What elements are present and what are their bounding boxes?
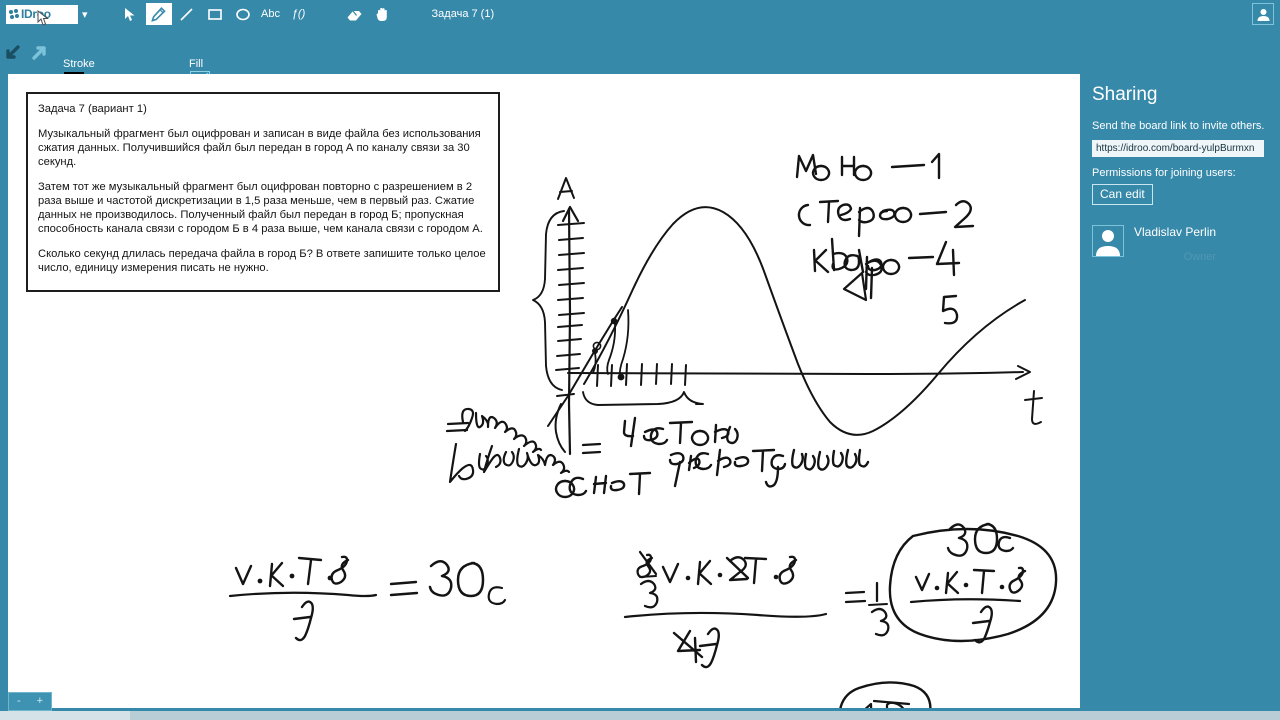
invite-description: Send the board link to invite others.: [1092, 120, 1265, 132]
avatar: [1092, 225, 1124, 257]
ellipse-tool[interactable]: [230, 3, 256, 25]
sharing-panel-title: Sharing: [1092, 84, 1158, 105]
app-logo-menu[interactable]: IDroo: [6, 4, 78, 24]
select-tool[interactable]: [118, 3, 144, 25]
participant-row: Vladislav Perlin Owner: [1092, 225, 1268, 263]
stroke-label: Stroke: [63, 58, 95, 70]
board-title: Задача 7 (1): [431, 8, 495, 20]
participant-meta: Vladislav Perlin Owner: [1134, 225, 1216, 263]
bottom-strip-highlight: [0, 711, 130, 720]
text-tool-label: Abc: [261, 8, 281, 20]
formula-tool[interactable]: ƒ(): [286, 3, 312, 25]
participant-role: Owner: [1183, 251, 1217, 263]
handwriting-layer: [228, 152, 1058, 708]
properties-toolbar: Stroke 2 Fill: [0, 28, 1280, 91]
participant-name: Vladislav Perlin: [1134, 225, 1217, 239]
account-avatar-button[interactable]: [1252, 3, 1274, 25]
zoom-out-button[interactable]: -: [17, 696, 21, 707]
pencil-tool[interactable]: [145, 3, 172, 25]
window-bottom-strip: [0, 711, 1280, 720]
line-tool[interactable]: [174, 3, 200, 25]
whiteboard-canvas[interactable]: Задача 7 (вариант 1) Музыкальный фрагмен…: [8, 74, 1080, 708]
idroo-whiteboard-app: IDroo ▾ Abc ƒ() Задача 7 (1) Stroke Fill…: [0, 0, 1280, 720]
redo-arrow-icon[interactable]: [30, 44, 48, 62]
zoom-control: - +: [8, 692, 52, 711]
rectangle-tool[interactable]: [202, 3, 228, 25]
main-toolbar: IDroo ▾ Abc ƒ() Задача 7 (1): [0, 0, 1280, 28]
drawing-tools-group: Abc ƒ(): [118, 3, 396, 25]
app-logo-text: IDroo: [21, 7, 51, 21]
sharing-panel: Sharing Send the board link to invite ot…: [1080, 72, 1280, 720]
text-tool[interactable]: Abc: [258, 3, 284, 25]
fill-label: Fill: [189, 58, 204, 70]
hand-tool[interactable]: [370, 3, 396, 25]
zoom-in-button[interactable]: +: [37, 696, 43, 707]
permissions-label: Permissions for joining users:: [1092, 167, 1236, 179]
logo-dots-icon: [9, 8, 20, 20]
history-buttons: [4, 44, 48, 62]
eraser-tool[interactable]: [342, 3, 368, 25]
user-avatar-icon: [1257, 8, 1269, 21]
undo-arrow-icon[interactable]: [4, 44, 22, 62]
chevron-down-icon[interactable]: ▾: [82, 8, 88, 21]
board-link-input[interactable]: [1092, 140, 1264, 157]
permissions-dropdown[interactable]: Can edit: [1092, 184, 1153, 205]
user-avatar-icon: [1096, 230, 1120, 256]
formula-tool-label: ƒ(): [291, 8, 306, 20]
